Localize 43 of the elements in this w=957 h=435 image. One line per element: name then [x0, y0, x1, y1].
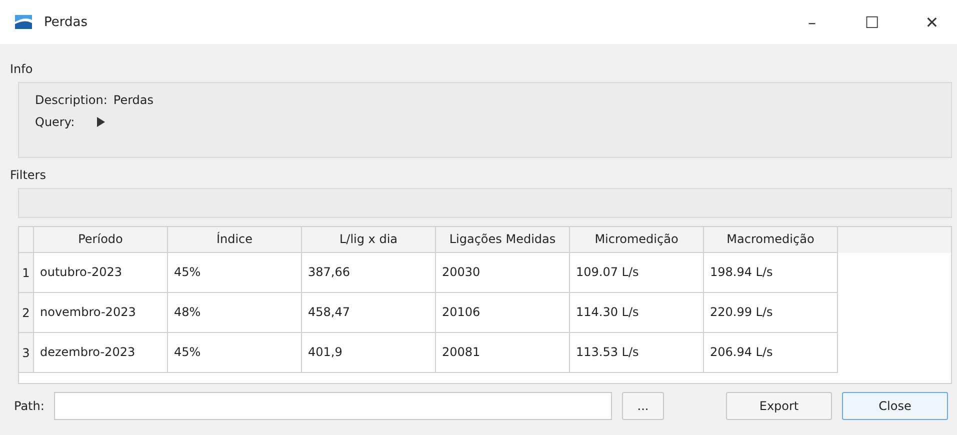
- column-header[interactable]: L/lig x dia: [302, 227, 436, 253]
- table-cell: 20106: [436, 293, 570, 333]
- description-value: Perdas: [113, 93, 154, 107]
- table-cell: novembro-2023: [34, 293, 168, 333]
- table-cell: 206.94 L/s: [704, 333, 838, 373]
- table-cell: 48%: [168, 293, 302, 333]
- table-cell: 20081: [436, 333, 570, 373]
- path-field[interactable]: [54, 392, 612, 420]
- maximize-button[interactable]: ☐: [847, 12, 897, 32]
- table-cell: 45%: [168, 253, 302, 293]
- table-cell: 113.53 L/s: [570, 333, 704, 373]
- minimize-button[interactable]: –: [787, 12, 837, 32]
- column-header[interactable]: Macromedição: [704, 227, 838, 253]
- section-label: Filters: [9, 167, 47, 184]
- section-label: Info: [9, 61, 34, 78]
- column-header[interactable]: Ligações Medidas: [436, 227, 570, 253]
- close-button[interactable]: ✕: [907, 12, 957, 32]
- table-cell: 45%: [168, 333, 302, 373]
- table-cell: outubro-2023: [34, 253, 168, 293]
- field-label: Path:: [14, 399, 46, 413]
- column-header[interactable]: Micromedição: [570, 227, 704, 253]
- table-cell: 114.30 L/s: [570, 293, 704, 333]
- play-icon[interactable]: [97, 117, 105, 127]
- field-label: Query:: [35, 115, 76, 129]
- table-cell: dezembro-2023: [34, 333, 168, 373]
- column-header[interactable]: Índice: [168, 227, 302, 253]
- table-cell: 401,9: [302, 333, 436, 373]
- table-cell: 20030: [436, 253, 570, 293]
- column-header[interactable]: Período: [34, 227, 168, 253]
- table-cell: 387,66: [302, 253, 436, 293]
- dialog-button[interactable]: Close: [842, 392, 948, 420]
- table-cell: 198.94 L/s: [704, 253, 838, 293]
- row-header[interactable]: 2: [19, 293, 34, 333]
- row-header[interactable]: 3: [19, 333, 34, 373]
- browse-button[interactable]: ...: [622, 392, 664, 420]
- window-title: Perdas: [44, 14, 88, 30]
- row-header[interactable]: 1: [19, 253, 34, 293]
- dialog-button[interactable]: Export: [726, 392, 832, 420]
- field-label: Description:: [35, 93, 108, 107]
- table-cell: 458,47: [302, 293, 436, 333]
- app-icon: [14, 14, 34, 30]
- table-cell: 220.99 L/s: [704, 293, 838, 333]
- table-cell: 109.07 L/s: [570, 253, 704, 293]
